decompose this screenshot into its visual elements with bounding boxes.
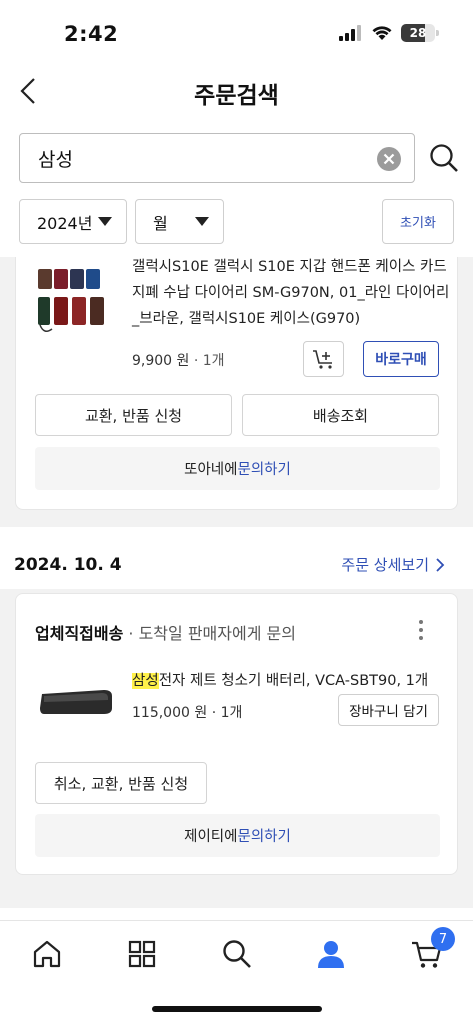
cancel-exchange-return-button[interactable]: 취소, 교환, 반품 신청 xyxy=(35,762,207,804)
battery-product-image xyxy=(40,690,112,714)
inquiry-link[interactable]: 문의하기 xyxy=(238,825,291,846)
year-select[interactable]: 2024년 xyxy=(19,199,127,244)
phone-case-image xyxy=(38,269,104,332)
year-select-value: 2024년 xyxy=(37,213,93,233)
clear-search-button[interactable] xyxy=(377,147,401,171)
inquiry-seller-text: 또아네에 xyxy=(184,462,238,478)
add-to-cart-button[interactable]: 장바구니 담기 xyxy=(338,694,439,726)
more-options-button[interactable] xyxy=(415,618,427,642)
product-name[interactable]: 삼성전자 제트 청소기 배터리, VCA-SBT90, 1개 xyxy=(132,669,428,690)
shipping-sub: · 도착일 판매자에게 문의 xyxy=(123,624,296,643)
product-quantity: · 1개 xyxy=(193,353,225,369)
battery-level: 28 xyxy=(409,26,427,40)
product-thumbnail[interactable] xyxy=(38,686,116,718)
dot xyxy=(419,636,423,640)
person-icon xyxy=(318,941,344,968)
search-icon xyxy=(430,144,458,172)
home-icon xyxy=(33,940,61,968)
order-list[interactable]: 갤럭시S10E 갤럭시 S10E 지갑 핸드폰 케이스 카드 지폐 수납 다이어… xyxy=(0,257,473,920)
caret-down-icon xyxy=(195,217,209,226)
month-select-value: 월 xyxy=(153,213,168,233)
seller-inquiry[interactable]: 또아네에 문의하기 xyxy=(35,447,440,490)
tab-categories[interactable] xyxy=(125,937,159,971)
grid-icon xyxy=(128,940,156,968)
order-date: 2024. 10. 4 xyxy=(14,555,122,575)
home-indicator xyxy=(152,1006,322,1012)
tab-search[interactable] xyxy=(220,937,254,971)
product-price: 115,000 원 xyxy=(132,705,208,721)
product-thumbnail[interactable] xyxy=(34,263,114,339)
order-date-header: 2024. 10. 4 주문 상세보기 xyxy=(0,527,473,589)
order-detail-link[interactable]: 주문 상세보기 xyxy=(341,554,445,575)
tab-home[interactable] xyxy=(30,937,64,971)
product-quantity: · 1개 xyxy=(211,705,243,721)
seller-inquiry[interactable]: 제이티에 문의하기 xyxy=(35,814,440,857)
product-price: 9,900 원 xyxy=(132,353,190,369)
status-icons: 28 xyxy=(339,24,439,42)
price-line: 9,900 원 · 1개 xyxy=(132,350,225,370)
search-button[interactable] xyxy=(428,142,460,174)
product-name[interactable]: 갤럭시S10E 갤럭시 S10E 지갑 핸드폰 케이스 카드 지폐 수납 다이어… xyxy=(132,257,450,332)
search-input[interactable] xyxy=(38,144,358,172)
caret-down-icon xyxy=(98,217,112,226)
order-detail-label: 주문 상세보기 xyxy=(341,556,429,574)
search-highlight: 삼성 xyxy=(132,673,159,689)
dot xyxy=(419,628,423,632)
cart-plus-icon xyxy=(312,350,332,369)
wifi-icon xyxy=(372,26,392,40)
cart-count-badge: 7 xyxy=(431,927,455,951)
month-select[interactable]: 월 xyxy=(135,199,224,244)
reset-button[interactable]: 초기화 xyxy=(382,199,454,244)
search-icon xyxy=(223,940,251,968)
shipping-type: 업체직접배송 xyxy=(35,624,124,643)
page-title: 주문검색 xyxy=(194,83,279,109)
add-to-cart-button[interactable] xyxy=(303,341,344,377)
order-card: 갤럭시S10E 갤럭시 S10E 지갑 핸드폰 케이스 카드 지폐 수납 다이어… xyxy=(15,257,458,510)
status-time: 2:42 xyxy=(64,22,119,46)
close-icon xyxy=(383,153,395,165)
tracking-button[interactable]: 배송조회 xyxy=(242,394,439,436)
product-name-rest: 전자 제트 청소기 배터리, VCA-SBT90, 1개 xyxy=(158,673,429,689)
search-box[interactable] xyxy=(19,133,415,183)
inquiry-seller-text: 제이티에 xyxy=(184,829,238,845)
signal-icon xyxy=(339,25,361,41)
battery-icon: 28 xyxy=(401,24,439,42)
inquiry-link[interactable]: 문의하기 xyxy=(238,458,291,479)
buy-now-button[interactable]: 바로구매 xyxy=(363,341,439,377)
shipping-info: 업체직접배송 · 도착일 판매자에게 문의 xyxy=(35,620,296,644)
tab-my-page[interactable] xyxy=(314,937,348,971)
status-bar: 2:42 28 xyxy=(0,0,473,70)
next-order-band xyxy=(0,908,473,920)
header: 주문검색 xyxy=(0,66,473,116)
exchange-return-button[interactable]: 교환, 반품 신청 xyxy=(35,394,232,436)
price-line: 115,000 원 · 1개 xyxy=(132,702,242,722)
chevron-right-icon xyxy=(436,557,445,572)
dot xyxy=(419,620,423,624)
order-card: 업체직접배송 · 도착일 판매자에게 문의 삼성전자 제트 청소기 배터리, V… xyxy=(15,593,458,875)
